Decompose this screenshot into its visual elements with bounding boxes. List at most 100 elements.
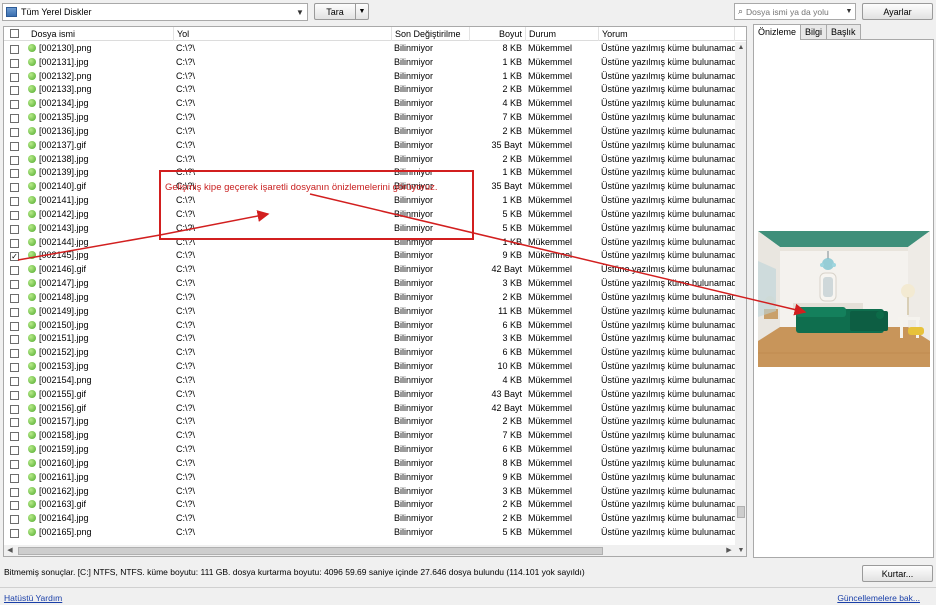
table-row[interactable]: [002159].jpg C:\?\ Bilinmiyor 6 KB Mükemmel Ü…	[4, 443, 735, 457]
row-checkbox[interactable]	[10, 100, 19, 110]
table-row[interactable]: [002161].jpg C:\?\ Bilinmiyor 9 KB Mükemmel Ü…	[4, 471, 735, 485]
comment-cell: Üstüne yazılmış küme bulunamadı	[601, 402, 735, 413]
horizontal-scrollbar[interactable]: ◀ ▶	[4, 545, 735, 556]
help-link[interactable]: Hatüstü Yardım	[4, 593, 62, 603]
check-updates-link[interactable]: Güncellemelere bak...	[837, 593, 920, 603]
row-checkbox[interactable]	[10, 376, 19, 386]
column-header-path[interactable]: Yol	[174, 27, 392, 41]
table-row[interactable]: [002138].jpg C:\?\ Bilinmiyor 2 KB Mükemmel Ü…	[4, 153, 735, 167]
table-row[interactable]: [002154].png C:\?\ Bilinmiyor 4 KB Mükemmel Ü…	[4, 374, 735, 388]
row-checkbox[interactable]	[10, 169, 19, 179]
table-row[interactable]: [002133].png C:\?\ Bilinmiyor 2 KB Mükemmel Ü…	[4, 83, 735, 97]
column-header-state[interactable]: Durum	[526, 27, 599, 41]
row-checkbox[interactable]	[10, 183, 19, 193]
table-row[interactable]: ✓ [002145].jpg C:\?\ Bilinmiyor 9 KB Mükemmel…	[4, 249, 735, 263]
row-checkbox[interactable]	[10, 432, 19, 442]
recover-button[interactable]: Kurtar...	[862, 565, 933, 582]
table-row[interactable]: [002156].gif C:\?\ Bilinmiyor 42 Bayt Mükemm…	[4, 402, 735, 416]
row-checkbox[interactable]	[10, 127, 19, 137]
row-checkbox-checked[interactable]: ✓	[10, 252, 19, 262]
row-checkbox[interactable]	[10, 280, 19, 290]
tab-info[interactable]: Bilgi	[800, 24, 828, 39]
scroll-left-icon[interactable]: ◀	[4, 545, 16, 556]
table-row[interactable]: [002158].jpg C:\?\ Bilinmiyor 7 KB Mükemmel Ü…	[4, 429, 735, 443]
search-box[interactable]: ⌕ ▼	[734, 3, 856, 20]
row-checkbox[interactable]	[10, 224, 19, 234]
scan-button[interactable]: Tara ▼	[314, 3, 369, 20]
status-ok-icon	[28, 57, 36, 66]
horizontal-scroll-thumb[interactable]	[18, 547, 603, 555]
vertical-scrollbar[interactable]: ▲ ▼	[735, 42, 746, 556]
table-row[interactable]: [002134].jpg C:\?\ Bilinmiyor 4 KB Mükemmel Ü…	[4, 97, 735, 111]
table-row[interactable]: [002152].jpg C:\?\ Bilinmiyor 6 KB Mükemmel Ü…	[4, 346, 735, 360]
table-row[interactable]: [002149].jpg C:\?\ Bilinmiyor 11 KB Mükemmel…	[4, 305, 735, 319]
row-checkbox[interactable]	[10, 45, 19, 54]
path-cell: C:\?\	[176, 112, 196, 123]
table-row[interactable]: [002146].gif C:\?\ Bilinmiyor 42 Bayt Mükemm…	[4, 263, 735, 277]
table-row[interactable]: [002164].jpg C:\?\ Bilinmiyor 2 KB Mükemmel Ü…	[4, 512, 735, 526]
tab-preview[interactable]: Önizleme	[753, 24, 802, 40]
table-row[interactable]: [002160].jpg C:\?\ Bilinmiyor 8 KB Mükemmel Ü…	[4, 457, 735, 471]
row-checkbox[interactable]	[10, 307, 19, 317]
table-row[interactable]: [002130].png C:\?\ Bilinmiyor 8 KB Mükemmel Ü…	[4, 42, 735, 56]
row-checkbox[interactable]	[10, 515, 19, 525]
row-checkbox[interactable]	[10, 114, 19, 124]
table-row[interactable]: [002131].jpg C:\?\ Bilinmiyor 1 KB Mükemmel Ü…	[4, 56, 735, 70]
table-row[interactable]: [002153].jpg C:\?\ Bilinmiyor 10 KB Mükemmel…	[4, 360, 735, 374]
table-row[interactable]: [002150].jpg C:\?\ Bilinmiyor 6 KB Mükemmel Ü…	[4, 319, 735, 333]
row-checkbox[interactable]	[10, 363, 19, 373]
scan-dropdown-icon[interactable]: ▼	[356, 4, 368, 19]
table-row[interactable]: [002151].jpg C:\?\ Bilinmiyor 3 KB Mükemmel Ü…	[4, 332, 735, 346]
table-row[interactable]: [002157].jpg C:\?\ Bilinmiyor 2 KB Mükemmel Ü…	[4, 415, 735, 429]
size-cell: 5 KB	[502, 208, 522, 219]
column-header-size[interactable]: Boyut	[470, 27, 526, 41]
row-checkbox[interactable]	[10, 473, 19, 483]
row-checkbox[interactable]	[10, 335, 19, 345]
row-checkbox[interactable]	[10, 86, 19, 96]
scroll-down-icon[interactable]: ▼	[735, 545, 746, 556]
row-checkbox[interactable]	[10, 58, 19, 68]
select-all-checkbox[interactable]	[10, 29, 19, 38]
vertical-scroll-thumb[interactable]	[737, 506, 745, 518]
row-checkbox[interactable]	[10, 72, 19, 82]
search-dropdown-icon[interactable]: ▼	[843, 8, 855, 15]
row-checkbox[interactable]	[10, 501, 19, 511]
drive-select[interactable]: Tüm Yerel Diskler ▼	[2, 3, 308, 21]
row-checkbox[interactable]	[10, 404, 19, 414]
chevron-down-icon[interactable]: ▼	[293, 8, 307, 17]
row-checkbox[interactable]	[10, 349, 19, 359]
scroll-up-icon[interactable]: ▲	[735, 42, 746, 54]
row-checkbox[interactable]	[10, 446, 19, 456]
row-checkbox[interactable]	[10, 266, 19, 276]
tab-header[interactable]: Başlık	[826, 24, 861, 39]
table-row[interactable]: [002136].jpg C:\?\ Bilinmiyor 2 KB Mükemmel Ü…	[4, 125, 735, 139]
row-checkbox[interactable]	[10, 418, 19, 428]
table-row[interactable]: [002132].png C:\?\ Bilinmiyor 1 KB Mükemmel Ü…	[4, 70, 735, 84]
search-input[interactable]	[746, 6, 837, 17]
table-row[interactable]: [002155].gif C:\?\ Bilinmiyor 43 Bayt Mükemm…	[4, 388, 735, 402]
column-header-comment[interactable]: Yorum	[599, 27, 735, 41]
row-checkbox[interactable]	[10, 197, 19, 207]
scroll-right-icon[interactable]: ▶	[723, 545, 735, 556]
row-checkbox[interactable]	[10, 210, 19, 220]
column-header-modified[interactable]: Son Değiştirilme	[392, 27, 470, 41]
row-checkbox[interactable]	[10, 141, 19, 151]
row-checkbox[interactable]	[10, 528, 19, 538]
table-row[interactable]: [002137].gif C:\?\ Bilinmiyor 35 Bayt Mükemm…	[4, 139, 735, 153]
row-checkbox[interactable]	[10, 155, 19, 165]
table-row[interactable]: [002147].jpg C:\?\ Bilinmiyor 3 KB Mükemmel Ü…	[4, 277, 735, 291]
row-checkbox[interactable]	[10, 487, 19, 497]
row-checkbox[interactable]	[10, 390, 19, 400]
state-cell: Mükemmel	[528, 167, 573, 178]
column-header-name[interactable]: Dosya ismi	[28, 27, 174, 41]
table-row[interactable]: [002148].jpg C:\?\ Bilinmiyor 2 KB Mükemmel Ü…	[4, 291, 735, 305]
row-checkbox[interactable]	[10, 238, 19, 248]
table-row[interactable]: [002162].jpg C:\?\ Bilinmiyor 3 KB Mükemmel Ü…	[4, 485, 735, 499]
row-checkbox[interactable]	[10, 321, 19, 331]
table-row[interactable]: [002163].gif C:\?\ Bilinmiyor 2 KB Mükemmel Ü…	[4, 498, 735, 512]
row-checkbox[interactable]	[10, 459, 19, 469]
table-row[interactable]: [002165].png C:\?\ Bilinmiyor 5 KB Mükemmel Ü…	[4, 526, 735, 540]
settings-button[interactable]: Ayarlar	[862, 3, 933, 20]
row-checkbox[interactable]	[10, 293, 19, 303]
table-row[interactable]: [002135].jpg C:\?\ Bilinmiyor 7 KB Mükemmel Ü…	[4, 111, 735, 125]
